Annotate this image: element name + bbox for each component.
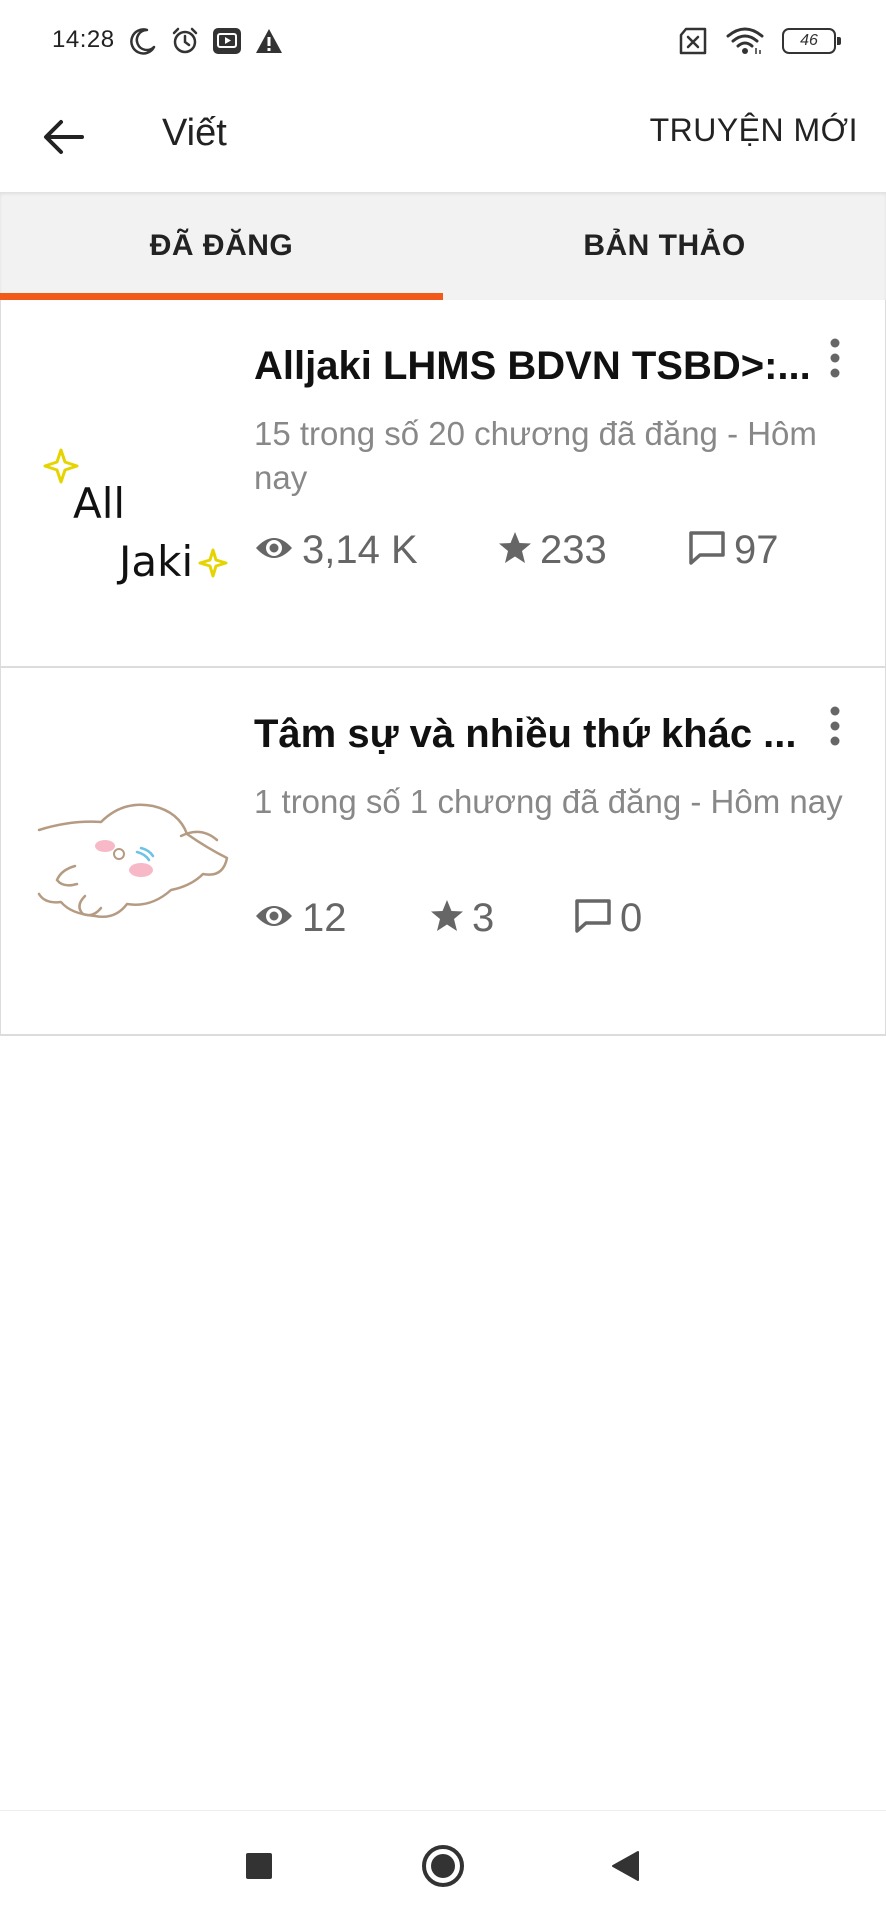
status-icons-right: 46	[678, 22, 841, 60]
story-cover-image	[31, 708, 231, 988]
tab-drafts[interactable]: BẢN THẢO	[443, 192, 886, 300]
views-count: 3,14 K	[302, 527, 418, 572]
story-stats: 3,14 K 233 97	[254, 522, 854, 578]
moon-icon	[128, 26, 158, 56]
status-time: 14:28	[52, 26, 115, 53]
story-menu-button[interactable]	[817, 700, 853, 756]
new-story-button[interactable]: TRUYỆN MỚI	[650, 112, 858, 149]
star-icon	[430, 899, 464, 938]
story-chapters-status: 15 trong số 20 chương đã đăng - Hôm nay	[254, 415, 817, 496]
tab-selected-indicator	[0, 293, 443, 300]
more-vertical-icon	[829, 338, 841, 383]
tab-published-label: ĐÃ ĐĂNG	[149, 229, 294, 262]
comment-icon	[574, 898, 612, 939]
story-title: Alljaki LHMS BDVN TSBD>:...	[254, 344, 811, 388]
story-menu-button[interactable]	[817, 332, 853, 388]
stat-views: 3,14 K	[254, 522, 418, 578]
more-vertical-icon	[829, 706, 841, 751]
recents-button[interactable]	[224, 1833, 294, 1903]
tab-published[interactable]: ĐÃ ĐĂNG	[0, 192, 443, 300]
stat-votes: 233	[498, 522, 607, 578]
cast-app-icon	[212, 26, 242, 56]
stat-views: 12	[254, 890, 347, 946]
back-button[interactable]	[28, 104, 98, 174]
star-icon	[498, 531, 532, 570]
warning-icon	[254, 26, 284, 56]
story-card[interactable]: All Jaki Alljaki LHMS BDVN TSBD>:... 15 …	[0, 300, 886, 668]
story-title: Tâm sự và nhiều thứ khác ...	[254, 712, 797, 756]
comment-icon	[688, 530, 726, 571]
votes-count: 233	[540, 527, 607, 572]
tab-drafts-label: BẢN THẢO	[583, 229, 746, 262]
views-count: 12	[302, 895, 347, 940]
story-chapters-status: 1 trong số 1 chương đã đăng - Hôm nay	[254, 783, 843, 820]
no-sim-icon	[678, 27, 708, 55]
eye-icon	[254, 902, 294, 935]
votes-count: 3	[472, 895, 495, 940]
system-navigation-bar	[0, 1810, 886, 1920]
story-cover-image: All Jaki	[31, 340, 231, 620]
comments-count: 97	[734, 527, 779, 572]
wifi-icon	[726, 26, 764, 56]
story-stats: 12 3 0	[254, 890, 854, 946]
square-icon	[245, 1852, 273, 1885]
home-circle-icon	[421, 1844, 465, 1893]
home-button[interactable]	[408, 1833, 478, 1903]
comments-count: 0	[620, 895, 643, 940]
app-bar: Viết TRUYỆN MỚI	[0, 82, 886, 192]
battery-level: 46	[800, 32, 818, 49]
status-bar: 14:28 46	[0, 0, 886, 82]
stat-votes: 3	[430, 890, 494, 946]
cover-text-line1: All	[73, 479, 125, 528]
triangle-back-icon	[610, 1850, 640, 1887]
tab-bar: ĐÃ ĐĂNG BẢN THẢO	[0, 192, 886, 300]
alarm-icon	[170, 26, 200, 56]
battery-icon: 46	[782, 28, 841, 54]
story-list: All Jaki Alljaki LHMS BDVN TSBD>:... 15 …	[0, 300, 886, 1036]
arrow-left-icon	[42, 119, 84, 160]
app-root: 14:28 46 Viết TRUYỆN MỚI ĐÃ ĐĂNG BẢN THẢ…	[0, 0, 886, 1920]
cover-text-line2: Jaki	[116, 537, 193, 586]
stat-comments: 97	[688, 522, 779, 578]
stat-comments: 0	[574, 890, 642, 946]
back-nav-button[interactable]	[590, 1833, 660, 1903]
story-card[interactable]: Tâm sự và nhiều thứ khác ... 1 trong số …	[0, 668, 886, 1036]
page-title: Viết	[162, 112, 227, 154]
eye-icon	[254, 534, 294, 567]
status-icons-left	[128, 22, 284, 60]
